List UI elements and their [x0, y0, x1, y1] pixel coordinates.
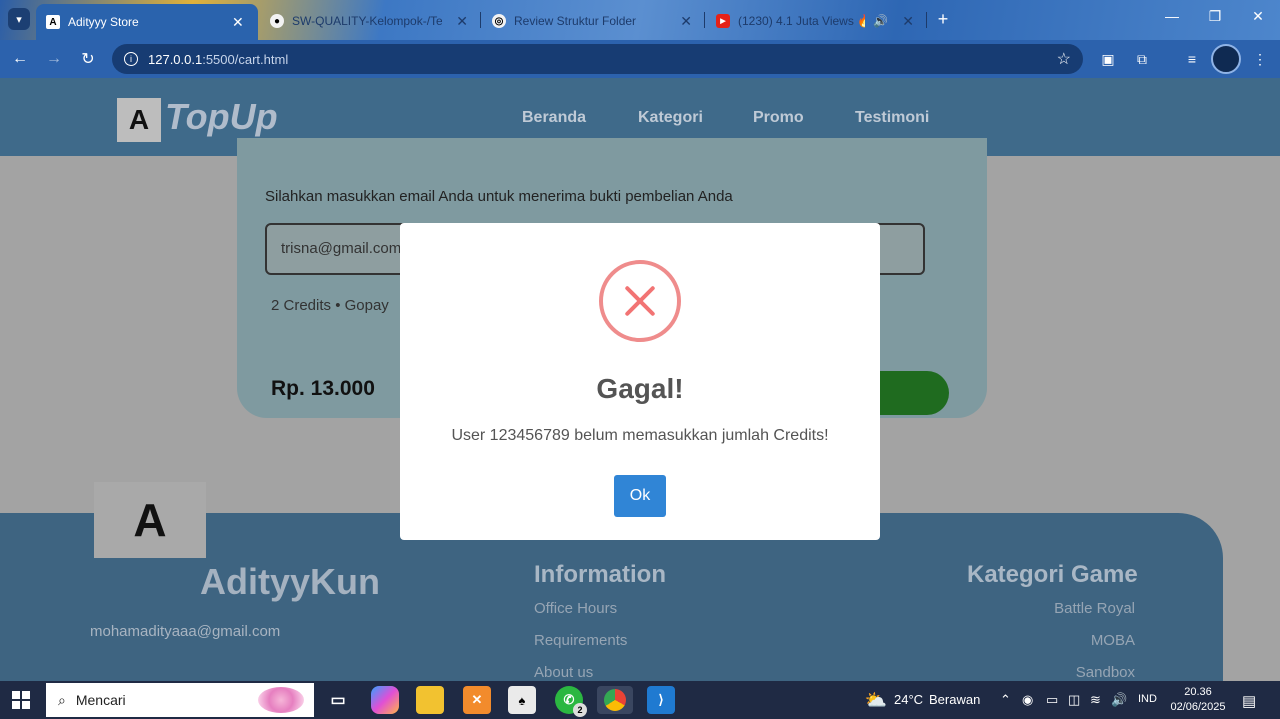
footer-info-title: Information	[534, 561, 666, 588]
tab-separator	[480, 12, 481, 28]
profile-avatar[interactable]	[1211, 44, 1241, 74]
footer-link-office-hours[interactable]: Office Hours	[534, 600, 617, 617]
minimize-button[interactable]: —	[1160, 8, 1184, 24]
xampp-icon[interactable]: ✕	[463, 686, 491, 714]
dialog-title: Gagal!	[596, 373, 684, 404]
url-path: :5500/cart.html	[202, 51, 289, 67]
youtube-icon: ▶	[716, 14, 730, 28]
close-icon[interactable]: ✕	[232, 14, 244, 31]
reload-button[interactable]: ↻	[78, 49, 98, 69]
browser-toolbar: ← → ↻ i 127.0.0.1:5500/cart.html ☆ ▣ ⧉ ≡…	[0, 40, 1280, 78]
footer-link-about-us[interactable]: About us	[534, 664, 593, 681]
bookmark-star-icon[interactable]: ☆	[1057, 49, 1071, 69]
nav-testimoni[interactable]: Testimoni	[855, 109, 929, 127]
taskbar-clock[interactable]: 20.36 02/06/2025	[1170, 685, 1226, 715]
browser-menu-icon[interactable]: ⋮	[1250, 49, 1270, 69]
search-placeholder: Mencari	[75, 692, 126, 708]
error-x-icon	[599, 260, 681, 342]
tab-separator	[704, 12, 705, 28]
tab-github[interactable]: ● SW-QUALITY-Kelompok-/Tests ✕	[260, 5, 478, 37]
clock-time: 20.36	[1184, 686, 1212, 698]
battery-icon[interactable]: ▭	[1046, 692, 1058, 708]
wifi-icon[interactable]: ≋	[1090, 692, 1101, 708]
error-dialog: Gagal! User 123456789 belum memasukkan j…	[400, 223, 880, 540]
tab-adityyy-store[interactable]: A Adityyy Store ✕	[36, 4, 258, 40]
ok-button[interactable]: Ok	[614, 475, 666, 517]
file-explorer-icon[interactable]	[416, 686, 444, 714]
tab-switch-icon[interactable]: ▣	[1098, 49, 1118, 69]
footer-email[interactable]: mohamadityaaa@gmail.com	[90, 623, 280, 640]
chatgpt-icon: ◎	[492, 14, 506, 28]
tab-title: Review Struktur Folder	[514, 14, 637, 28]
restore-button[interactable]: ❐	[1203, 8, 1227, 25]
footer-link-requirements[interactable]: Requirements	[534, 632, 627, 649]
adityyy-favicon-icon: A	[46, 15, 60, 29]
taskbar-search[interactable]: ⌕ Mencari	[46, 683, 314, 717]
search-icon: ⌕	[58, 691, 66, 708]
clock-date: 02/06/2025	[1170, 701, 1226, 713]
search-highlight-image	[258, 687, 304, 713]
tab-search-button[interactable]: ▾	[8, 8, 30, 30]
media-control-icon[interactable]: ≡	[1182, 49, 1202, 69]
site-logo[interactable]: A	[117, 98, 161, 142]
total-price: Rp. 13.000	[271, 377, 375, 400]
camera-icon[interactable]: ◫	[1068, 692, 1080, 708]
footer-link-moba[interactable]: MOBA	[1091, 632, 1135, 649]
whatsapp-badge: 2	[573, 703, 587, 717]
task-view-icon[interactable]: ▭	[324, 686, 352, 714]
footer-link-battle-royal[interactable]: Battle Royal	[1054, 600, 1135, 617]
footer-logo-letter: A	[133, 494, 167, 546]
windows-taskbar: ⌕ Mencari ▭ ✕ ♠ ✆ 2 ⟩ ⛅ 24°C Berawan ⌃ ◉…	[0, 681, 1280, 719]
tab-review-struktur[interactable]: ◎ Review Struktur Folder ✕	[482, 5, 702, 37]
order-summary: 2 Credits • Gopay	[271, 297, 389, 314]
close-icon[interactable]: ✕	[680, 13, 692, 30]
extensions-icon[interactable]: ⧉	[1132, 49, 1152, 69]
copilot-icon[interactable]	[371, 686, 399, 714]
nav-kategori[interactable]: Kategori	[638, 109, 703, 127]
tab-title: SW-QUALITY-Kelompok-/Tests	[292, 14, 443, 28]
language-indicator[interactable]: IND	[1138, 693, 1157, 705]
details-subtitle: Silahkan masukkan email Anda untuk mener…	[265, 188, 733, 205]
windows-start-button[interactable]	[12, 691, 30, 709]
tray-chevron-icon[interactable]: ⌃	[1000, 692, 1011, 708]
github-icon: ●	[270, 14, 284, 28]
site-logo-text[interactable]: TopUp	[165, 96, 278, 138]
url-host: 127.0.0.1	[148, 51, 203, 67]
dialog-message: User 123456789 belum memasukkan jumlah C…	[451, 427, 829, 444]
tab-title: Adityyy Store	[68, 15, 139, 29]
site-info-icon[interactable]: i	[124, 52, 138, 66]
nav-beranda[interactable]: Beranda	[522, 109, 586, 127]
weather-icon: ⛅	[864, 689, 888, 710]
weather-description[interactable]: Berawan	[929, 692, 980, 707]
nav-promo[interactable]: Promo	[753, 109, 804, 127]
close-icon[interactable]: ✕	[456, 13, 468, 30]
whatsapp-icon[interactable]: ✆ 2	[555, 686, 587, 717]
solitaire-icon[interactable]: ♠	[508, 686, 536, 714]
weather-temperature[interactable]: 24°C	[894, 692, 923, 707]
logo-letter: A	[128, 104, 150, 135]
forward-button[interactable]: →	[44, 49, 64, 69]
notification-icon[interactable]: ▤	[1242, 692, 1256, 710]
back-button[interactable]: ←	[10, 49, 30, 69]
window-close-button[interactable]: ✕	[1246, 8, 1270, 25]
browser-tab-bar: ▾ A Adityyy Store ✕ ● SW-QUALITY-Kelompo…	[0, 0, 1280, 40]
tab-youtube[interactable]: ▶ (1230) 4.1 Juta Views 🔥🔥 🔊 ✕	[706, 5, 924, 37]
tab-separator	[926, 12, 927, 28]
volume-icon[interactable]: 🔊	[1111, 692, 1127, 708]
address-bar[interactable]: i 127.0.0.1:5500/cart.html ☆	[112, 44, 1083, 74]
footer-game-title: Kategori Game	[967, 561, 1138, 588]
close-icon[interactable]: ✕	[902, 13, 914, 30]
tab-title: (1230) 4.1 Juta Views 🔥🔥	[738, 14, 866, 28]
vscode-icon[interactable]: ⟩	[647, 686, 675, 714]
footer-logo: A	[94, 482, 206, 558]
footer-brand: AdityyKun	[200, 561, 380, 602]
new-tab-button[interactable]: +	[932, 8, 954, 30]
footer-link-sandbox[interactable]: Sandbox	[1076, 664, 1135, 681]
record-icon[interactable]: ◉	[1022, 692, 1033, 708]
chrome-icon[interactable]	[597, 686, 633, 714]
speaker-icon[interactable]: 🔊	[873, 14, 888, 28]
